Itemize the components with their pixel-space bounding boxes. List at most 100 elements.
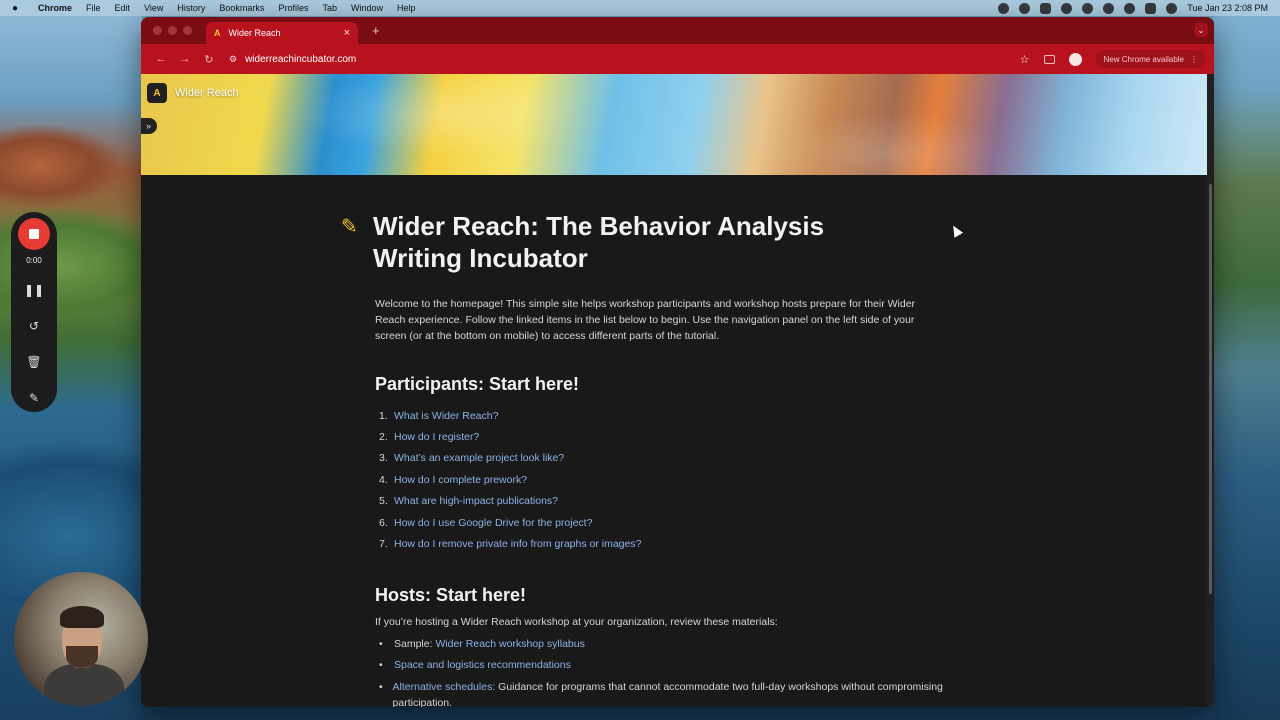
menu-history[interactable]: History (177, 3, 205, 13)
side-panel-icon[interactable] (1043, 54, 1055, 64)
tab-favicon: A (214, 28, 221, 38)
list-item: 2. How do I register? (375, 426, 945, 447)
browser-window: A Wider Reach × + ⌄ ← → ↻ ⚙ widerreachin… (141, 17, 1214, 707)
tab-wider-reach[interactable]: A Wider Reach × (206, 22, 358, 44)
bookmark-star-icon[interactable]: ☆ (1020, 53, 1030, 66)
participant-link[interactable]: How do I use Google Drive for the projec… (394, 517, 592, 529)
browser-toolbar: ← → ↻ ⚙ widerreachincubator.com ☆ New Ch… (141, 44, 1214, 74)
pencil-icon: ✎ (341, 216, 358, 238)
address-bar[interactable]: widerreachincubator.com (245, 54, 356, 65)
restart-icon[interactable]: ↺ (29, 315, 39, 337)
search-icon[interactable] (1124, 2, 1136, 14)
page-title: Wider Reach: The Behavior Analysis Writi… (373, 210, 824, 274)
page-scrollbar[interactable] (1207, 74, 1214, 707)
participant-link[interactable]: How do I register? (394, 431, 479, 443)
zoom-window-button[interactable] (183, 26, 192, 35)
host-item-text: Alternative schedules: Guidance for prog… (393, 679, 945, 707)
hosts-list: • Sample: Wider Reach workshop syllabus •… (375, 636, 945, 707)
pause-icon[interactable]: ❚❚ (24, 279, 44, 301)
apple-icon[interactable]: ● (12, 3, 24, 14)
status-play-icon[interactable] (1082, 2, 1094, 14)
list-number: 3. (379, 452, 388, 465)
list-item: 3. What’s an example project look like? (375, 448, 945, 469)
webcam-bubble[interactable] (14, 572, 148, 706)
back-arrow-icon[interactable]: ← (149, 53, 173, 65)
breadcrumb[interactable]: A Wider Reach (147, 83, 239, 103)
list-number: 5. (379, 495, 388, 508)
tab-strip: A Wider Reach × + ⌄ (141, 17, 1214, 44)
stop-icon (29, 229, 39, 239)
host-link[interactable]: Alternative schedules: (393, 681, 496, 693)
bullet: • (379, 637, 383, 650)
status-record-icon[interactable] (1019, 2, 1031, 14)
page-viewport: A Wider Reach » ✎ Wider Reach: The Behav… (141, 74, 1207, 707)
menu-help[interactable]: Help (397, 3, 416, 13)
list-item: 1. What is Wider Reach? (375, 405, 945, 426)
mac-menubar: ● Chrome File Edit View History Bookmark… (0, 0, 1280, 16)
menu-app-name[interactable]: Chrome (38, 3, 72, 13)
webcam-person-hair (60, 606, 104, 628)
page-title-line-2: Writing Incubator (373, 243, 588, 273)
menu-window[interactable]: Window (351, 3, 383, 13)
site-logo-icon: A (147, 83, 167, 103)
trash-icon[interactable]: 🗑 (26, 351, 41, 373)
participant-link[interactable]: What’s an example project look like? (394, 452, 564, 464)
bullet: • (379, 659, 383, 672)
reload-icon[interactable]: ↻ (197, 53, 221, 66)
host-link[interactable]: Space and logistics recommendations (394, 659, 571, 671)
intro-paragraph: Welcome to the homepage! This simple sit… (375, 298, 916, 342)
host-item-text: Space and logistics recommendations (394, 657, 571, 673)
list-number: 7. (379, 538, 388, 551)
expand-sidebar-icon[interactable]: » (141, 118, 157, 134)
menu-tab[interactable]: Tab (322, 3, 337, 13)
list-item: 5. What are high-impact publications? (375, 491, 945, 512)
wifi-icon[interactable] (1103, 2, 1115, 14)
siri-icon[interactable] (1166, 2, 1178, 14)
participant-link[interactable]: What are high-impact publications? (394, 495, 558, 507)
list-number: 6. (379, 516, 388, 529)
page-title-line-1: Wider Reach: The Behavior Analysis (373, 211, 825, 241)
update-chrome-label: New Chrome available (1103, 54, 1184, 64)
control-center-icon[interactable] (1145, 2, 1157, 14)
pencil-draw-icon[interactable]: ✎ (29, 387, 39, 409)
list-item: 4. How do I complete prework? (375, 469, 945, 490)
list-number: 2. (379, 431, 388, 444)
status-dropbox-icon[interactable] (1040, 2, 1052, 14)
menu-file[interactable]: File (86, 3, 101, 13)
host-link[interactable]: Wider Reach workshop syllabus (435, 638, 584, 650)
list-number: 1. (379, 409, 388, 422)
tab-title: Wider Reach (228, 28, 281, 38)
page-title-row: ✎ Wider Reach: The Behavior Analysis Wri… (341, 210, 945, 274)
participant-link[interactable]: What is Wider Reach? (394, 410, 498, 422)
menu-edit[interactable]: Edit (115, 3, 131, 13)
more-menu-icon: ⋮ (1190, 54, 1198, 64)
list-item: • Space and logistics recommendations (375, 657, 945, 673)
host-item-prefix: Sample: (394, 637, 436, 650)
profile-avatar[interactable] (1068, 52, 1082, 66)
desktop-wallpaper-right (1214, 16, 1280, 720)
site-settings-icon[interactable]: ⚙ (229, 54, 237, 65)
minimize-window-button[interactable] (168, 26, 177, 35)
update-chrome-button[interactable]: New Chrome available ⋮ (1095, 50, 1206, 68)
webcam-person-beard (66, 646, 98, 668)
participant-link[interactable]: How do I remove private info from graphs… (394, 538, 641, 550)
close-tab-icon[interactable]: × (344, 27, 350, 39)
participants-list: 1. What is Wider Reach? 2. How do I regist… (375, 405, 945, 555)
recording-timer: 0:00 (26, 256, 42, 265)
stop-recording-button[interactable] (18, 218, 50, 250)
close-window-button[interactable] (153, 26, 162, 35)
scrollbar-thumb[interactable] (1209, 184, 1212, 594)
status-cloud-icon[interactable] (1061, 2, 1073, 14)
cover-image-highlight (141, 74, 1207, 175)
menu-bookmarks[interactable]: Bookmarks (219, 3, 264, 13)
new-tab-button[interactable]: + (372, 23, 380, 38)
status-gear-icon[interactable] (998, 2, 1010, 14)
tab-search-chevron-icon[interactable]: ⌄ (1194, 23, 1208, 37)
participant-link[interactable]: How do I complete prework? (394, 474, 527, 486)
forward-arrow-icon[interactable]: → (173, 53, 197, 65)
menu-profiles[interactable]: Profiles (278, 3, 308, 13)
menubar-clock[interactable]: Tue Jan 23 2:08 PM (1187, 3, 1268, 13)
menu-view[interactable]: View (144, 3, 163, 13)
breadcrumb-site-name: Wider Reach (175, 87, 239, 99)
list-item: 6. How do I use Google Drive for the proj… (375, 512, 945, 533)
